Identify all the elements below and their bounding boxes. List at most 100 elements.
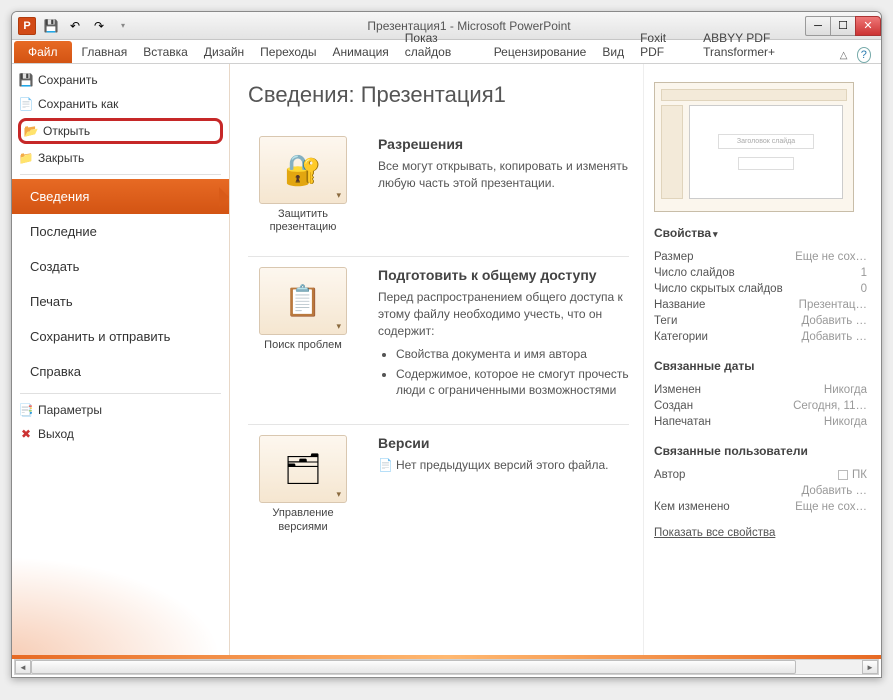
nav-label: Закрыть	[38, 151, 84, 165]
nav-share[interactable]: Сохранить и отправить	[12, 319, 229, 354]
prop-tags[interactable]: ТегиДобавить …	[654, 313, 867, 329]
properties-pane: Заголовок слайда Свойства▾ РазмерЕще не …	[643, 64, 881, 659]
nav-label: Сохранить	[38, 73, 98, 87]
save-icon[interactable]: 💾	[42, 17, 60, 35]
backstage-nav: 💾 Сохранить 📄 Сохранить как 📂 Открыть 📁 Закр…	[12, 64, 230, 659]
horizontal-scrollbar[interactable]: ◄ ►	[14, 659, 879, 675]
nav-label: Создать	[30, 259, 79, 274]
options-icon: 📑	[18, 402, 34, 418]
tab-foxit[interactable]: Foxit PDF	[632, 28, 695, 63]
save-icon: 💾	[18, 72, 34, 88]
open-folder-icon: 📂	[23, 123, 39, 139]
section-text: 📄Нет предыдущих версий этого файла.	[378, 457, 629, 474]
nav-label: Параметры	[38, 403, 102, 417]
thumb-sidebar-icon	[661, 105, 683, 199]
scroll-right-button[interactable]: ►	[862, 660, 878, 674]
section-heading: Версии	[378, 435, 629, 451]
nav-close[interactable]: 📁 Закрыть	[12, 146, 229, 170]
ribbon-tabs: Файл Главная Вставка Дизайн Переходы Ани…	[12, 40, 881, 64]
help-icon[interactable]: ?	[857, 47, 871, 63]
nav-separator	[20, 393, 221, 394]
list-item: Содержимое, которое не смогут прочесть л…	[396, 366, 629, 398]
close-file-icon: 📁	[18, 150, 34, 166]
thumb-subtitle-placeholder	[738, 157, 794, 170]
nav-options[interactable]: 📑 Параметры	[12, 398, 229, 422]
tab-review[interactable]: Рецензирование	[486, 42, 595, 63]
nav-label: Печать	[30, 294, 73, 309]
nav-separator	[20, 174, 221, 175]
page-title: Сведения: Презентация1	[248, 82, 629, 108]
section-versions: 🗂 Управление версиями Версии 📄Нет предыд…	[248, 425, 629, 555]
scroll-thumb[interactable]	[31, 660, 796, 674]
button-label: Управление версиями	[248, 507, 358, 533]
tab-file[interactable]: Файл	[14, 41, 72, 63]
tab-insert[interactable]: Вставка	[135, 42, 196, 63]
prop-created: СозданСегодня, 11…	[654, 398, 867, 414]
dates-heading: Связанные даты	[654, 359, 867, 376]
save-as-icon: 📄	[18, 96, 34, 112]
checklist-icon: 📋	[259, 267, 347, 335]
nav-label: Сохранить как	[38, 97, 118, 111]
button-label: Поиск проблем	[248, 339, 358, 352]
thumb-ribbon-icon	[661, 89, 847, 101]
nav-label: Справка	[30, 364, 81, 379]
prop-title[interactable]: НазваниеПрезентац…	[654, 297, 867, 313]
thumb-slide: Заголовок слайда	[689, 105, 843, 199]
scroll-track[interactable]	[31, 660, 862, 674]
lock-key-icon: 🔐	[259, 136, 347, 204]
section-heading: Разрешения	[378, 136, 629, 152]
section-text: Все могут открывать, копировать и изменя…	[378, 158, 629, 192]
properties-dropdown[interactable]: Свойства▾	[654, 226, 867, 243]
scroll-left-button[interactable]: ◄	[15, 660, 31, 674]
section-text: Перед распространением общего доступа к …	[378, 289, 629, 339]
quick-access-toolbar: P 💾 ↶ ↷ ▾	[12, 17, 132, 35]
prop-author-add[interactable]: Добавить …	[654, 483, 867, 499]
show-all-properties-link[interactable]: Показать все свойства	[654, 527, 775, 539]
avatar-icon	[838, 470, 848, 480]
tab-view[interactable]: Вид	[594, 42, 632, 63]
nav-open[interactable]: 📂 Открыть	[18, 118, 223, 144]
prop-author[interactable]: АвторПК	[654, 467, 867, 483]
nav-label: Выход	[38, 427, 74, 441]
manage-versions-button[interactable]: 🗂 Управление версиями	[248, 435, 358, 533]
button-label: Защитить презентацию	[248, 208, 358, 234]
thumb-title-placeholder: Заголовок слайда	[718, 134, 814, 149]
nav-label: Последние	[30, 224, 97, 239]
backstage: 💾 Сохранить 📄 Сохранить как 📂 Открыть 📁 Закр…	[12, 64, 881, 659]
info-panel: Сведения: Презентация1 🔐 Защитить презен…	[230, 64, 643, 659]
slide-thumbnail[interactable]: Заголовок слайда	[654, 82, 854, 212]
prop-categories[interactable]: КатегорииДобавить …	[654, 329, 867, 345]
app-window: P 💾 ↶ ↷ ▾ Презентация1 - Microsoft Power…	[11, 11, 882, 678]
protect-presentation-button[interactable]: 🔐 Защитить презентацию	[248, 136, 358, 234]
nav-label: Сведения	[30, 189, 89, 204]
prop-size: РазмерЕще не сох…	[654, 249, 867, 265]
nav-info[interactable]: Сведения	[12, 179, 229, 214]
list-item: Свойства документа и имя автора	[396, 346, 629, 362]
prop-changed-by: Кем измененоЕще не сох…	[654, 499, 867, 515]
undo-icon[interactable]: ↶	[66, 17, 84, 35]
tab-transitions[interactable]: Переходы	[252, 42, 324, 63]
chevron-down-icon: ▾	[713, 229, 718, 239]
nav-label: Открыть	[43, 124, 90, 138]
check-issues-button[interactable]: 📋 Поиск проблем	[248, 267, 358, 402]
prop-modified: ИзмененНикогда	[654, 382, 867, 398]
nav-help[interactable]: Справка	[12, 354, 229, 389]
tab-design[interactable]: Дизайн	[196, 42, 252, 63]
close-button[interactable]: ✕	[855, 16, 881, 36]
nav-recent[interactable]: Последние	[12, 214, 229, 249]
tab-home[interactable]: Главная	[74, 42, 136, 63]
minimize-ribbon-icon[interactable]: △	[837, 47, 851, 63]
nav-new[interactable]: Создать	[12, 249, 229, 284]
tab-abbyy[interactable]: ABBYY PDF Transformer+	[695, 28, 836, 63]
nav-print[interactable]: Печать	[12, 284, 229, 319]
qat-dropdown-icon[interactable]: ▾	[114, 17, 132, 35]
users-heading: Связанные пользователи	[654, 444, 867, 461]
app-logo-icon[interactable]: P	[18, 17, 36, 35]
tab-animations[interactable]: Анимация	[324, 42, 396, 63]
redo-icon[interactable]: ↷	[90, 17, 108, 35]
nav-label: Сохранить и отправить	[30, 329, 170, 344]
tab-slideshow[interactable]: Показ слайдов	[397, 28, 486, 63]
nav-save-as[interactable]: 📄 Сохранить как	[12, 92, 229, 116]
nav-exit[interactable]: ✖Выход	[12, 422, 229, 446]
nav-save[interactable]: 💾 Сохранить	[12, 68, 229, 92]
